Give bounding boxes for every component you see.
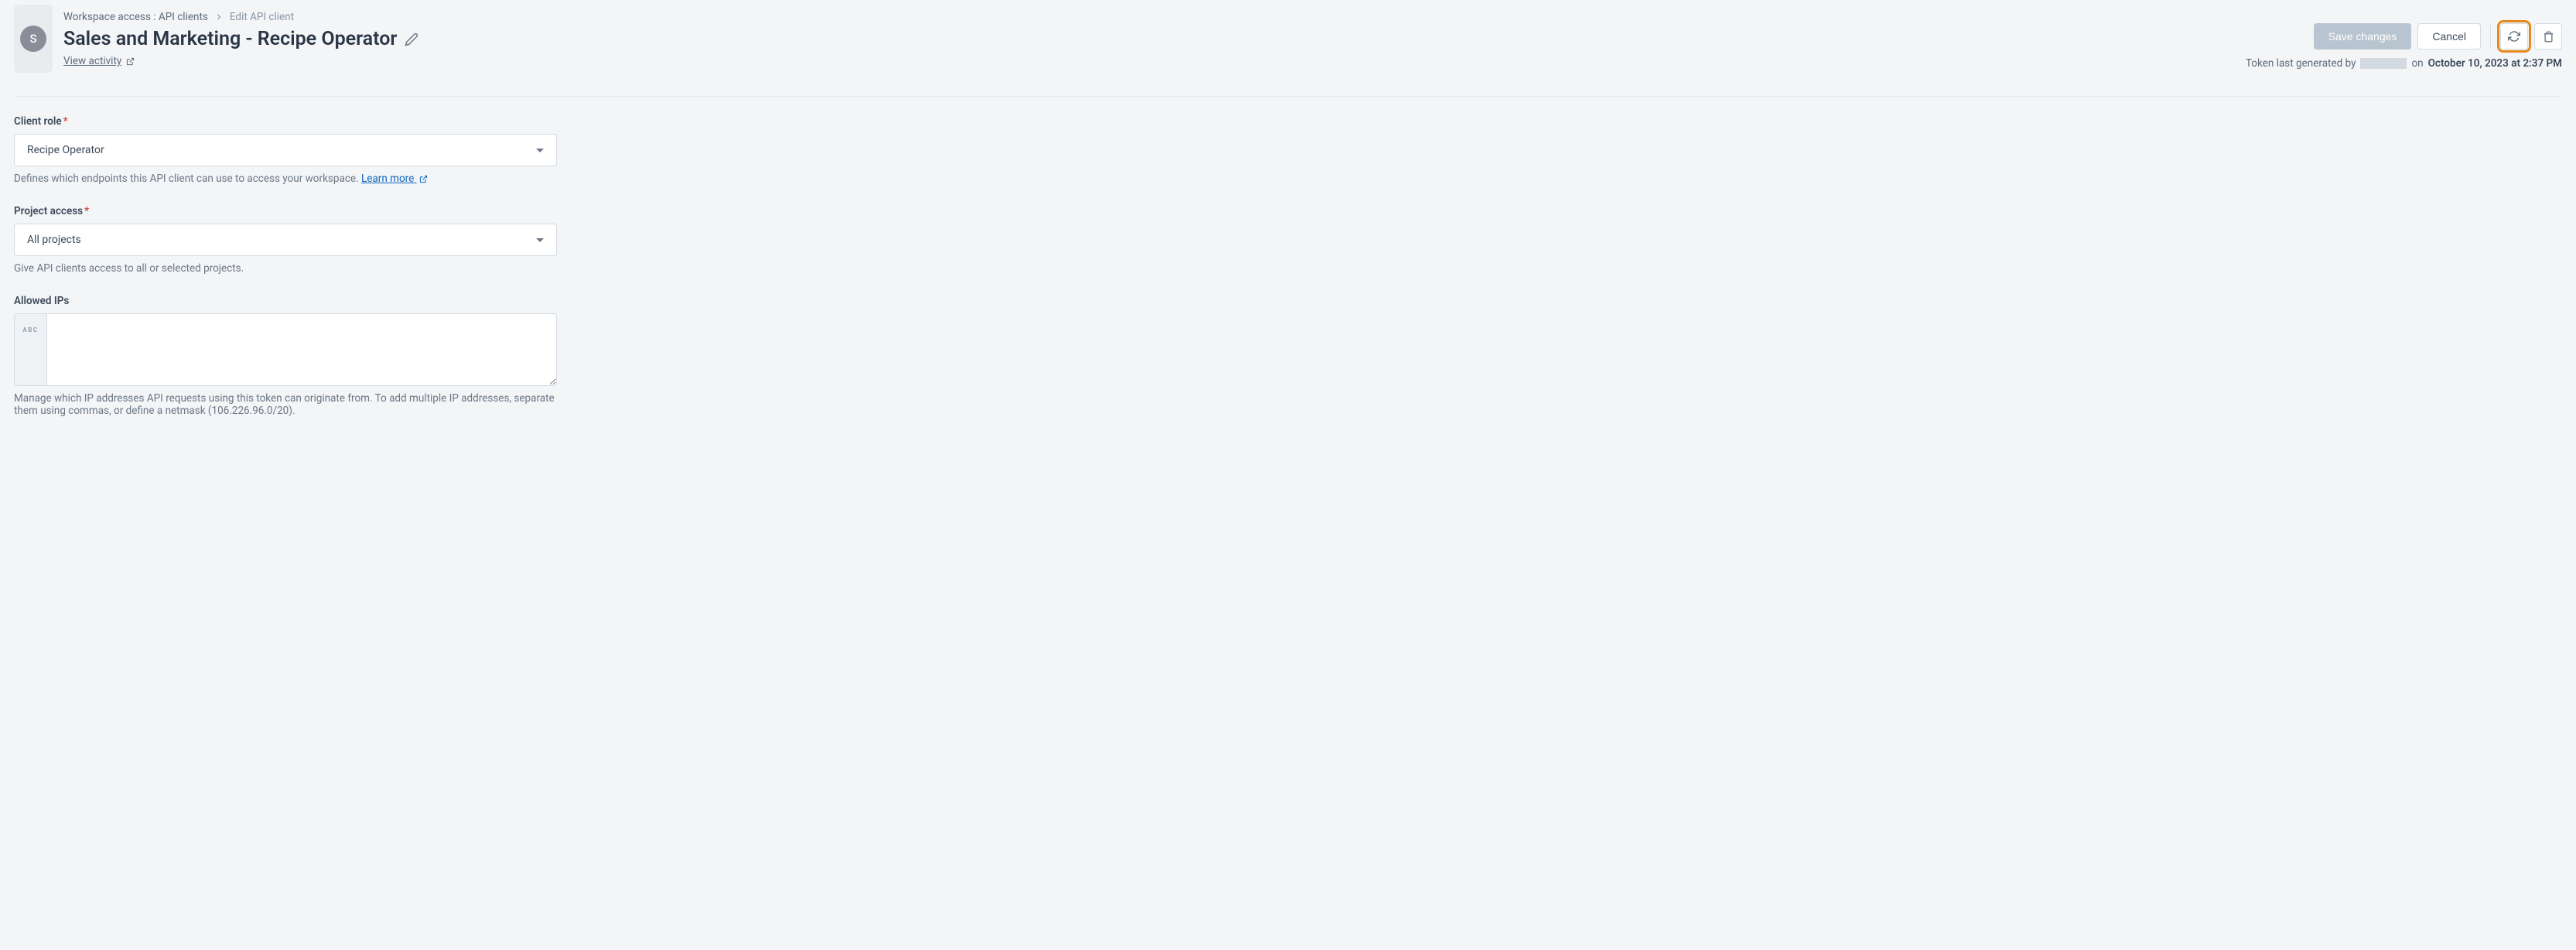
required-marker: *: [63, 115, 68, 128]
button-separator: [2490, 24, 2491, 49]
save-button[interactable]: Save changes: [2314, 23, 2412, 50]
client-role-select[interactable]: Recipe Operator: [14, 134, 557, 166]
allowed-ips-section: Allowed IPs ABC Manage which IP addresse…: [14, 295, 557, 417]
breadcrumb-parent[interactable]: Workspace access : API clients: [63, 11, 208, 23]
client-role-label: Client role*: [14, 115, 557, 128]
client-role-help-text: Defines which endpoints this API client …: [14, 173, 359, 185]
project-access-help: Give API clients access to all or select…: [14, 262, 557, 275]
allowed-ips-field: ABC: [14, 313, 557, 386]
header-main: Workspace access : API clients Edit API …: [63, 5, 2235, 67]
project-access-label-text: Project access: [14, 205, 83, 217]
page-title: Sales and Marketing - Recipe Operator: [63, 28, 397, 50]
external-link-icon: [126, 57, 135, 66]
action-buttons: Save changes Cancel: [2314, 23, 2562, 50]
delete-button[interactable]: [2534, 23, 2562, 50]
breadcrumb: Workspace access : API clients Edit API …: [63, 11, 2235, 23]
project-access-select[interactable]: All projects: [14, 224, 557, 256]
cancel-button[interactable]: Cancel: [2417, 23, 2481, 50]
client-role-label-text: Client role: [14, 115, 62, 128]
token-date: October 10, 2023 at 2:37 PM: [2428, 57, 2562, 70]
caret-down-icon: [536, 238, 544, 242]
learn-more-link[interactable]: Learn more: [361, 173, 428, 185]
project-access-value: All projects: [27, 234, 81, 246]
required-marker: *: [84, 205, 89, 217]
title-row: Sales and Marketing - Recipe Operator: [63, 28, 2235, 50]
client-role-section: Client role* Recipe Operator Defines whi…: [14, 115, 557, 185]
client-role-value: Recipe Operator: [27, 144, 104, 156]
action-column: Save changes Cancel Token last generated…: [2246, 5, 2562, 70]
avatar: S: [20, 26, 46, 52]
token-info: Token last generated by on October 10, 2…: [2246, 57, 2562, 70]
breadcrumb-current: Edit API client: [230, 11, 294, 23]
allowed-ips-help: Manage which IP addresses API requests u…: [14, 392, 557, 417]
avatar-container: S: [14, 5, 53, 73]
token-user-redacted: [2360, 58, 2407, 69]
token-prefix: Token last generated by: [2246, 57, 2356, 70]
section-divider: [14, 96, 2562, 97]
allowed-ips-label: Allowed IPs: [14, 295, 557, 307]
allowed-ips-textarea[interactable]: [47, 314, 556, 385]
refresh-icon: [2508, 30, 2520, 43]
view-activity-link[interactable]: View activity: [63, 55, 135, 67]
avatar-letter: S: [29, 32, 36, 46]
trash-icon: [2543, 31, 2554, 43]
external-link-icon: [419, 175, 428, 183]
ip-prefix-badge: ABC: [15, 314, 47, 385]
learn-more-text: Learn more: [361, 173, 414, 185]
project-access-section: Project access* All projects Give API cl…: [14, 205, 557, 275]
client-role-help: Defines which endpoints this API client …: [14, 173, 557, 185]
pencil-icon[interactable]: [405, 32, 419, 46]
project-access-label: Project access*: [14, 205, 557, 217]
chevron-right-icon: [214, 12, 224, 22]
page-header: S Workspace access : API clients Edit AP…: [14, 5, 2562, 73]
token-on: on: [2411, 57, 2423, 70]
view-activity-label: View activity: [63, 55, 121, 67]
caret-down-icon: [536, 149, 544, 152]
regenerate-token-button[interactable]: [2500, 23, 2528, 50]
